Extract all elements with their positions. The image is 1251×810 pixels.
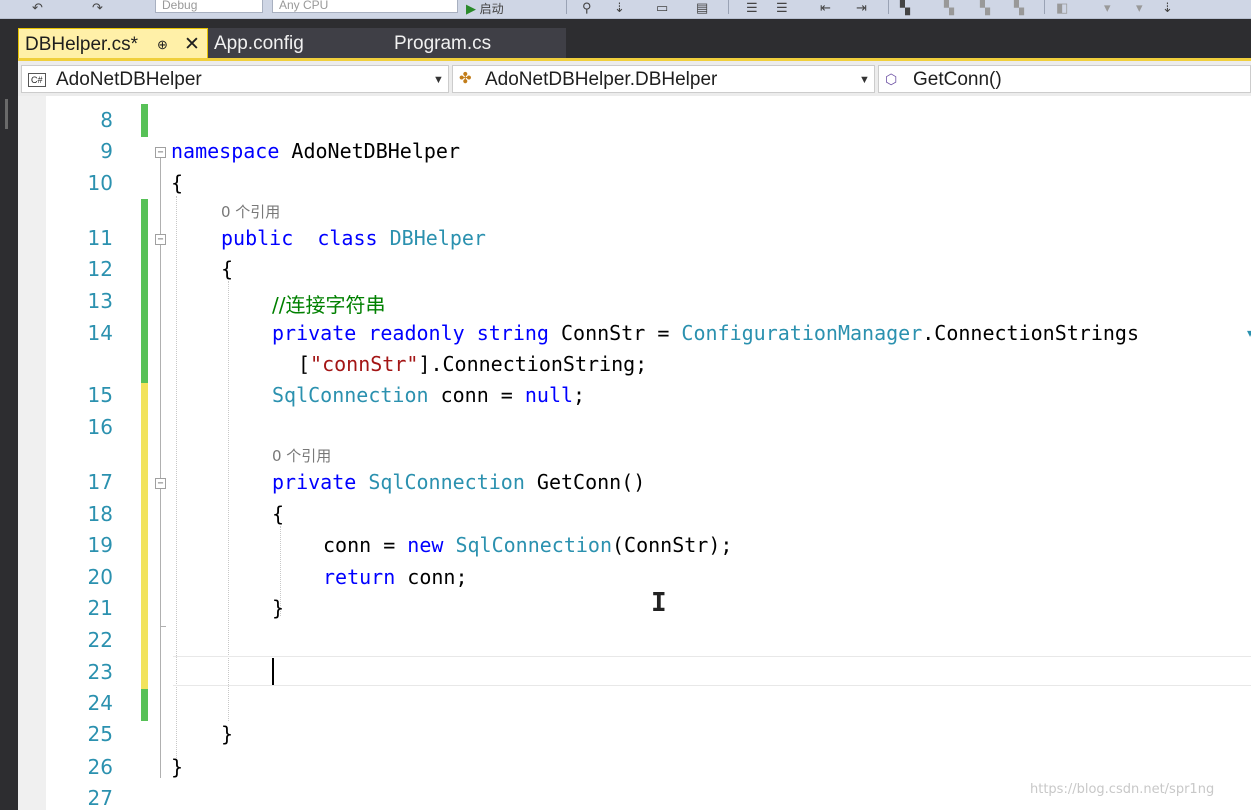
- codelens-references[interactable]: 0 个引用: [221, 201, 280, 222]
- line-number: 11: [87, 226, 113, 250]
- line-number: 15: [87, 383, 113, 407]
- line-number: 27: [87, 786, 113, 810]
- line-number: 26: [87, 755, 113, 779]
- code-line-13-comment: //连接字符串: [272, 293, 386, 317]
- code-line-20: return conn;: [323, 565, 468, 589]
- left-tool-strip: [0, 19, 18, 810]
- project-dropdown[interactable]: C# AdoNetDBHelper ▼: [21, 65, 449, 93]
- chevron-down-icon: ▼: [859, 74, 870, 86]
- collapse-class-toggle[interactable]: −: [155, 234, 166, 245]
- line-number: 14: [87, 321, 113, 345]
- line-number: 13: [87, 289, 113, 313]
- ibeam-cursor-icon: I: [651, 588, 667, 618]
- solution-platform-dropdown[interactable]: Any CPU: [272, 0, 458, 13]
- standard-toolbar: ↶ ↷ Debug Any CPU ▶ 启动 ⚲ ⇣ ▭ ▤ ☰ ☰ ⇤ ⇥ ▚…: [0, 0, 1251, 19]
- code-line-25: }: [221, 722, 234, 746]
- class-dropdown[interactable]: ✤ AdoNetDBHelper.DBHelper ▼: [452, 65, 875, 93]
- change-indicator-saved: [141, 199, 148, 383]
- outline-line: [160, 618, 166, 627]
- code-line-26: }: [171, 755, 184, 779]
- line-number: 9: [100, 139, 113, 163]
- toolbox-tab[interactable]: [5, 99, 8, 129]
- start-button[interactable]: ▶ 启动: [466, 0, 504, 16]
- comment-icon[interactable]: ☰: [746, 0, 758, 15]
- solution-config-dropdown[interactable]: Debug: [155, 0, 263, 13]
- line-number: 12: [87, 257, 113, 281]
- line-number: 22: [87, 628, 113, 652]
- indent-guide: [228, 281, 229, 721]
- clear-bookmarks-icon[interactable]: ▚: [1014, 0, 1024, 15]
- member-dropdown[interactable]: ⬡ GetConn(): [878, 65, 1251, 93]
- outline-line: [160, 158, 161, 778]
- code-line-11: public class DBHelper: [221, 226, 486, 250]
- code-line-19: conn = new SqlConnection(ConnStr);: [323, 533, 733, 557]
- toolbar-separator: [1044, 0, 1045, 14]
- find-icon[interactable]: ⚲: [582, 0, 592, 15]
- code-line-12: {: [221, 257, 234, 281]
- line-number: 18: [87, 502, 113, 526]
- collapse-namespace-toggle[interactable]: −: [155, 147, 166, 158]
- collapse-method-toggle[interactable]: −: [155, 478, 166, 489]
- line-number: 21: [87, 596, 113, 620]
- dropdown-arrow-icon[interactable]: ▾: [1104, 0, 1111, 15]
- code-line-10: {: [171, 171, 184, 195]
- change-indicator-saved: [141, 104, 148, 137]
- code-line-14-wrapped: ["connStr"].ConnectionString;: [298, 352, 648, 376]
- code-line-17: private SqlConnection GetConn(): [272, 470, 646, 494]
- line-number: 20: [87, 565, 113, 589]
- document-outline-icon[interactable]: ▤: [696, 0, 708, 15]
- navigation-bar: C# AdoNetDBHelper ▼ ✤ AdoNetDBHelper.DBH…: [18, 58, 1251, 96]
- csharp-project-icon: C#: [28, 73, 46, 87]
- chevron-down-icon: ▼: [433, 74, 444, 86]
- pin-icon[interactable]: ⊕: [157, 29, 168, 61]
- line-number: 23: [87, 660, 113, 684]
- line-number: 8: [100, 108, 113, 132]
- next-bookmark-icon[interactable]: ▚: [980, 0, 990, 15]
- current-line-highlight: [173, 656, 1251, 686]
- toolbar-separator: [728, 0, 729, 14]
- private-method-icon: ⬡: [885, 71, 898, 87]
- code-line-9: namespace AdoNetDBHelper: [171, 139, 460, 163]
- toolbar-overflow-icon[interactable]: ⇣: [1162, 0, 1173, 15]
- code-line-21: }: [272, 596, 285, 620]
- line-number: 24: [87, 691, 113, 715]
- line-number: 10: [87, 171, 113, 195]
- indent-icon[interactable]: ⇥: [856, 0, 867, 15]
- codelens-references[interactable]: 0 个引用: [272, 445, 331, 466]
- outdent-icon[interactable]: ⇤: [820, 0, 831, 15]
- change-indicator-saved: [141, 689, 148, 721]
- class-icon: ✤: [459, 70, 472, 87]
- prev-bookmark-icon[interactable]: ▚: [944, 0, 954, 15]
- code-line-15: SqlConnection conn = null;: [272, 383, 586, 407]
- step-over-icon[interactable]: ⇣: [614, 0, 625, 15]
- line-number: 17: [87, 470, 113, 494]
- navigate-backward-icon[interactable]: ◧: [1056, 0, 1068, 15]
- uncomment-icon[interactable]: ☰: [776, 0, 788, 15]
- code-editor[interactable]: 8 9 10 11 12 13 14 15 16 17 18 19 20 21 …: [18, 96, 1251, 810]
- glyph-margin: [18, 96, 46, 810]
- document-tab-bar: DBHelper.cs* ⊕ ✕ App.config Program.cs: [18, 28, 1251, 58]
- line-number: 25: [87, 722, 113, 746]
- overflow-indicator-icon: ▾: [1247, 326, 1251, 340]
- text-caret: [272, 658, 274, 685]
- window-layout-icon[interactable]: ▭: [656, 0, 668, 15]
- change-indicator-unsaved: [141, 383, 148, 689]
- bookmark-icon[interactable]: ▚: [900, 0, 910, 15]
- undo-icon[interactable]: ↶: [32, 0, 43, 15]
- dropdown-arrow-icon[interactable]: ▾: [1136, 0, 1143, 15]
- line-number: 16: [87, 415, 113, 439]
- close-icon[interactable]: ✕: [184, 29, 200, 61]
- code-line-18: {: [272, 502, 285, 526]
- code-line-14: private readonly string ConnStr = Config…: [272, 321, 1139, 345]
- redo-icon[interactable]: ↷: [92, 0, 103, 15]
- toolbar-separator: [888, 0, 889, 14]
- tab-app-config[interactable]: App.config: [208, 28, 376, 58]
- tab-dbhelper[interactable]: DBHelper.cs* ⊕ ✕: [18, 28, 208, 58]
- watermark: https://blog.csdn.net/spr1ng: [1030, 782, 1215, 797]
- line-number: 19: [87, 533, 113, 557]
- toolbar-separator: [566, 0, 567, 14]
- tab-program[interactable]: Program.cs: [376, 28, 566, 58]
